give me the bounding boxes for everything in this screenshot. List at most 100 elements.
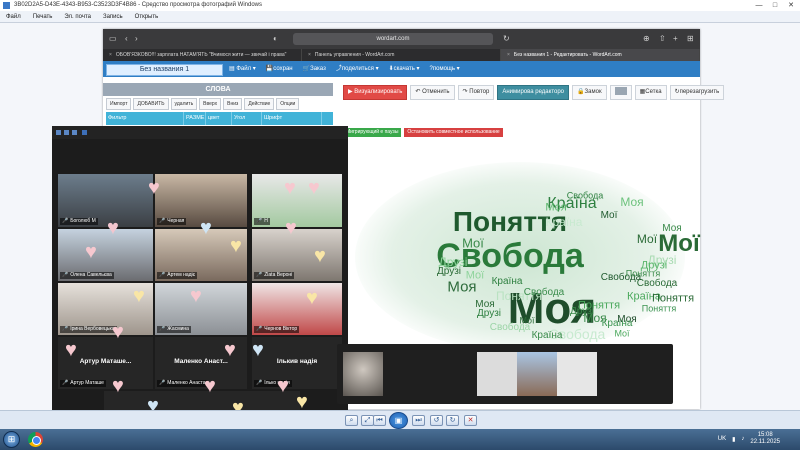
browser-toolbar: ▭ ‹ › ◐ wordart.com ↻ ⊕ ⇧ + ⊞ — [103, 29, 700, 49]
participant-tile[interactable]: 🎤 Н — [252, 174, 342, 227]
menu-email[interactable]: Эл. почта — [64, 11, 91, 22]
options-button[interactable]: Опции — [276, 98, 300, 110]
up-button[interactable]: Вверх — [199, 98, 222, 110]
forward-icon[interactable]: › — [135, 35, 143, 43]
zoom-view-icon[interactable] — [56, 130, 61, 135]
cloud-word: Країна — [491, 276, 523, 287]
reload-button[interactable]: ↻перезагрузить — [669, 85, 725, 100]
tab-close-icon[interactable]: × — [109, 52, 112, 58]
editor-toolbar: ▶ Визуализировать ↶ Отменить ↷ Повтор Ан… — [343, 85, 725, 100]
reload-icon[interactable]: ↻ — [503, 35, 511, 43]
tab-close-icon[interactable]: × — [507, 52, 510, 58]
network-icon[interactable]: ▮ — [732, 436, 735, 443]
col-filter[interactable]: Фильтр — [106, 112, 184, 125]
participant-display-name: Ількив надія — [276, 357, 318, 365]
menu-file[interactable]: ▤ Файл ▾ — [229, 61, 256, 77]
next-icon[interactable]: ⏭ — [412, 415, 425, 426]
back-icon[interactable]: ‹ — [125, 35, 133, 43]
share-icon[interactable]: ⇧ — [659, 35, 667, 43]
menu-open[interactable]: Открыть — [135, 11, 159, 22]
heart-icon: ♥ — [65, 339, 77, 361]
participant-name-label: 🎤 Черная — [157, 218, 187, 225]
maximize-button[interactable]: □ — [768, 1, 782, 10]
photo-viewer-title: 3B02D2A5-D43E-4343-B953-C3523D3F4B86 - С… — [14, 2, 263, 8]
participant-tile[interactable]: 🎤 Чернов Віктор — [252, 283, 342, 335]
heart-icon: ♥ — [306, 287, 318, 309]
tab-dashboard[interactable]: × Панель управления - WordArt.com — [302, 49, 501, 61]
cloud-word: Свобода — [636, 278, 678, 289]
cloud-word: Поняття — [625, 268, 661, 279]
redo-button[interactable]: ↷ Повтор — [457, 85, 495, 100]
menu-download[interactable]: ⬇скачать ▾ — [389, 61, 420, 77]
start-button[interactable]: ⊞ — [3, 431, 20, 448]
document-name[interactable]: Без названия 1 — [106, 64, 223, 76]
delete-icon[interactable]: ✕ — [464, 415, 477, 426]
animate-button[interactable]: Анимирова редакторо — [497, 85, 570, 100]
slideshow-button[interactable]: ▣ — [389, 412, 408, 429]
participant-tile[interactable]: 🎤 Боголюб М — [58, 174, 153, 227]
participant-name: Олена Савельєва — [70, 272, 112, 278]
browser-tab-bar: × ОБОВ'ЯЗКОВО!!! зарплата НАТАМ'ЯТЬ "Вчим… — [103, 49, 700, 61]
tab-title: Без названия 1 - Редактировать - WordArt… — [513, 52, 622, 58]
cloud-word: Моя — [475, 299, 495, 310]
chrome-icon[interactable] — [28, 432, 43, 447]
rotate-left-icon[interactable]: ↺ — [430, 415, 443, 426]
download-icon[interactable]: ⊕ — [643, 35, 651, 43]
menu-order-label: Заказ — [310, 66, 326, 72]
color-swatch[interactable] — [609, 85, 632, 100]
wordart-header: Без названия 1 ▤ Файл ▾ 💾сохран 🛒Заказ ⤴… — [103, 61, 700, 77]
grid-button[interactable]: ▦Сетка — [634, 85, 667, 100]
zoom-view-icon[interactable] — [64, 130, 69, 135]
stop-share-button[interactable]: Остановить совместное использование — [404, 128, 503, 137]
menu-burn[interactable]: Запись — [103, 11, 123, 22]
words-panel-title: СЛОВА — [103, 83, 333, 96]
remove-button[interactable]: удалить — [170, 98, 198, 110]
muted-mic-icon: 🎤 — [159, 326, 166, 332]
self-view-frame — [557, 352, 597, 396]
participant-name-label: 🎤 Zlata Вероні — [254, 272, 295, 279]
clock[interactable]: 15:08 22.11.2025 — [750, 432, 780, 446]
down-button[interactable]: Вниз — [223, 98, 243, 110]
add-tab-icon[interactable]: + — [673, 35, 681, 43]
address-bar[interactable]: wordart.com — [293, 33, 493, 45]
menu-download-label: скачать — [393, 66, 415, 72]
visualize-button[interactable]: ▶ Визуализировать — [343, 85, 408, 100]
menu-save[interactable]: 💾сохран — [266, 61, 293, 77]
tab-editor[interactable]: × Без названия 1 - Редактировать - WordAr… — [501, 49, 700, 61]
rotate-right-icon[interactable]: ↻ — [446, 415, 459, 426]
menu-file[interactable]: Файл — [6, 11, 21, 22]
window-controls: — □ ✕ — [752, 1, 798, 10]
share-pause-button[interactable]: Мигрирующий е паузы — [343, 128, 402, 137]
lock-button[interactable]: 🔒Замок — [572, 85, 607, 100]
participant-tile[interactable]: Ількив надія 🎤 Ілько надія — [252, 337, 342, 389]
close-button[interactable]: ✕ — [784, 1, 798, 10]
language-indicator[interactable]: UK — [718, 436, 726, 442]
gallery-view-icon[interactable] — [82, 130, 87, 135]
undo-button[interactable]: ↶ Отменить — [410, 85, 455, 100]
menu-share[interactable]: ⤴поделиться ▾ — [336, 61, 379, 77]
participant-tile[interactable]: 🎤 Олена Савельєва — [58, 229, 153, 281]
menu-order[interactable]: 🛒Заказ — [303, 61, 326, 77]
menu-print[interactable]: Печать — [33, 11, 53, 22]
zoom-icon[interactable]: ⌕ — [345, 415, 358, 426]
action-button[interactable]: Действие — [244, 98, 275, 110]
tab-overview-icon[interactable]: ⊞ — [687, 35, 695, 43]
minimize-button[interactable]: — — [752, 1, 766, 10]
previous-icon[interactable]: ⏮ — [373, 415, 386, 426]
heart-icon: ♥ — [112, 321, 124, 343]
screen-share-bar: Мигрирующий е паузы Остановить совместно… — [343, 128, 513, 137]
tab-lesson[interactable]: × ОБОВ'ЯЗКОВО!!! зарплата НАТАМ'ЯТЬ "Вчим… — [103, 49, 302, 61]
participant-tile[interactable]: 🎤 Zlata Вероні — [252, 229, 342, 281]
zoom-view-icon[interactable] — [72, 130, 77, 135]
import-button[interactable]: Импорт — [106, 98, 132, 110]
cloud-word: Свобода — [523, 287, 565, 298]
participant-name: Жасмина — [167, 326, 189, 332]
add-button[interactable]: ДОБАВИТЬ — [133, 98, 169, 110]
menu-file-label: Файл — [236, 66, 252, 72]
tab-close-icon[interactable]: × — [308, 52, 311, 58]
volume-icon[interactable]: ♪ — [741, 436, 744, 442]
sidebar-icon[interactable]: ▭ — [109, 35, 117, 43]
cloud-word: Країна — [545, 215, 583, 229]
menu-help[interactable]: ?помощь ▾ — [430, 61, 460, 77]
cloud-word: Друзі — [476, 308, 502, 319]
